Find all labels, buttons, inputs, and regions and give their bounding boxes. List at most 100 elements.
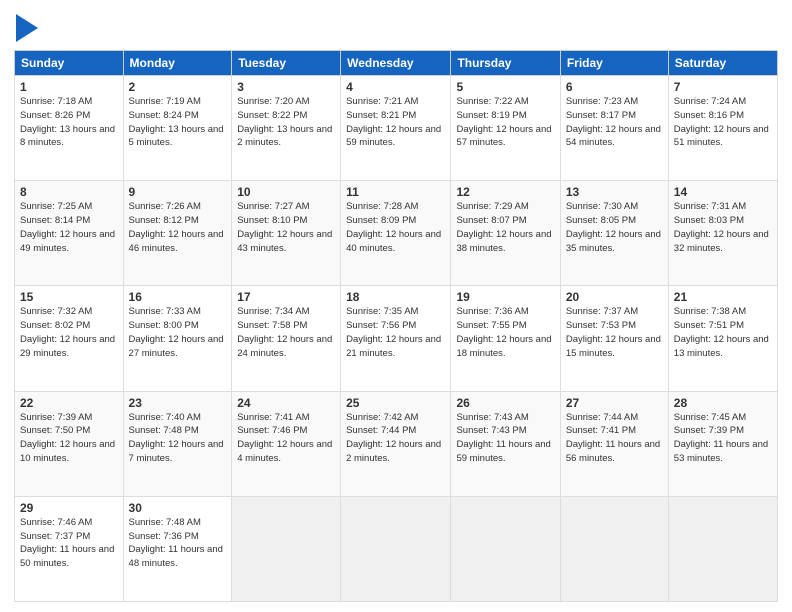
day-number: 16 (129, 290, 227, 304)
day-cell: 9 Sunrise: 7:26 AMSunset: 8:12 PMDaylight… (123, 181, 232, 286)
day-number: 22 (20, 396, 118, 410)
day-number: 14 (674, 185, 772, 199)
day-detail: Sunrise: 7:19 AMSunset: 8:24 PMDaylight:… (129, 96, 224, 148)
day-number: 23 (129, 396, 227, 410)
day-cell: 18 Sunrise: 7:35 AMSunset: 7:56 PMDayligh… (341, 286, 451, 391)
day-number: 4 (346, 80, 445, 94)
day-cell: 21 Sunrise: 7:38 AMSunset: 7:51 PMDayligh… (668, 286, 777, 391)
day-cell: 30 Sunrise: 7:48 AMSunset: 7:36 PMDayligh… (123, 496, 232, 601)
weekday-header-monday: Monday (123, 51, 232, 76)
day-number: 19 (456, 290, 554, 304)
day-cell: 28 Sunrise: 7:45 AMSunset: 7:39 PMDayligh… (668, 391, 777, 496)
day-number: 26 (456, 396, 554, 410)
day-cell: 11Sunrise: 7:28 AMSunset: 8:09 PMDayligh… (341, 181, 451, 286)
week-row-5: 29 Sunrise: 7:46 AMSunset: 7:37 PMDayligh… (15, 496, 778, 601)
day-cell: 25 Sunrise: 7:42 AMSunset: 7:44 PMDayligh… (341, 391, 451, 496)
day-detail: Sunrise: 7:22 AMSunset: 8:19 PMDaylight:… (456, 96, 551, 148)
day-cell: 16 Sunrise: 7:33 AMSunset: 8:00 PMDayligh… (123, 286, 232, 391)
day-detail: Sunrise: 7:44 AMSunset: 7:41 PMDaylight:… (566, 412, 660, 464)
day-detail: Sunrise: 7:24 AMSunset: 8:16 PMDaylight:… (674, 96, 769, 148)
day-number: 25 (346, 396, 445, 410)
week-row-1: 1 Sunrise: 7:18 AMSunset: 8:26 PMDaylight… (15, 76, 778, 181)
week-row-3: 15Sunrise: 7:32 AMSunset: 8:02 PMDayligh… (15, 286, 778, 391)
day-cell: 24Sunrise: 7:41 AMSunset: 7:46 PMDayligh… (232, 391, 341, 496)
day-number: 10 (237, 185, 335, 199)
day-number: 5 (456, 80, 554, 94)
day-detail: Sunrise: 7:40 AMSunset: 7:48 PMDaylight:… (129, 412, 224, 464)
weekday-header-tuesday: Tuesday (232, 51, 341, 76)
weekday-header-wednesday: Wednesday (341, 51, 451, 76)
day-cell: 3Sunrise: 7:20 AMSunset: 8:22 PMDaylight… (232, 76, 341, 181)
day-detail: Sunrise: 7:45 AMSunset: 7:39 PMDaylight:… (674, 412, 768, 464)
day-detail: Sunrise: 7:30 AMSunset: 8:05 PMDaylight:… (566, 201, 661, 253)
day-detail: Sunrise: 7:34 AMSunset: 7:58 PMDaylight:… (237, 306, 332, 358)
day-number: 7 (674, 80, 772, 94)
day-detail: Sunrise: 7:28 AMSunset: 8:09 PMDaylight:… (346, 201, 441, 253)
calendar-table: SundayMondayTuesdayWednesdayThursdayFrid… (14, 50, 778, 602)
day-number: 8 (20, 185, 118, 199)
day-cell (232, 496, 341, 601)
day-detail: Sunrise: 7:20 AMSunset: 8:22 PMDaylight:… (237, 96, 332, 148)
day-cell: 10 Sunrise: 7:27 AMSunset: 8:10 PMDayligh… (232, 181, 341, 286)
day-cell: 15Sunrise: 7:32 AMSunset: 8:02 PMDayligh… (15, 286, 124, 391)
day-cell: 4 Sunrise: 7:21 AMSunset: 8:21 PMDaylight… (341, 76, 451, 181)
week-row-2: 8 Sunrise: 7:25 AMSunset: 8:14 PMDaylight… (15, 181, 778, 286)
day-detail: Sunrise: 7:39 AMSunset: 7:50 PMDaylight:… (20, 412, 115, 464)
day-number: 18 (346, 290, 445, 304)
day-cell: 7 Sunrise: 7:24 AMSunset: 8:16 PMDaylight… (668, 76, 777, 181)
day-detail: Sunrise: 7:26 AMSunset: 8:12 PMDaylight:… (129, 201, 224, 253)
day-cell: 14 Sunrise: 7:31 AMSunset: 8:03 PMDayligh… (668, 181, 777, 286)
day-number: 29 (20, 501, 118, 515)
day-number: 28 (674, 396, 772, 410)
day-detail: Sunrise: 7:48 AMSunset: 7:36 PMDaylight:… (129, 517, 223, 569)
day-detail: Sunrise: 7:37 AMSunset: 7:53 PMDaylight:… (566, 306, 661, 358)
logo-icon (16, 14, 38, 42)
day-number: 13 (566, 185, 663, 199)
day-detail: Sunrise: 7:33 AMSunset: 8:00 PMDaylight:… (129, 306, 224, 358)
calendar-body: 1 Sunrise: 7:18 AMSunset: 8:26 PMDaylight… (15, 76, 778, 602)
day-detail: Sunrise: 7:36 AMSunset: 7:55 PMDaylight:… (456, 306, 551, 358)
day-number: 20 (566, 290, 663, 304)
day-number: 6 (566, 80, 663, 94)
day-number: 9 (129, 185, 227, 199)
weekday-header-row: SundayMondayTuesdayWednesdayThursdayFrid… (15, 51, 778, 76)
day-detail: Sunrise: 7:23 AMSunset: 8:17 PMDaylight:… (566, 96, 661, 148)
day-cell: 23 Sunrise: 7:40 AMSunset: 7:48 PMDayligh… (123, 391, 232, 496)
day-number: 15 (20, 290, 118, 304)
day-cell: 5 Sunrise: 7:22 AMSunset: 8:19 PMDaylight… (451, 76, 560, 181)
day-detail: Sunrise: 7:29 AMSunset: 8:07 PMDaylight:… (456, 201, 551, 253)
day-detail: Sunrise: 7:25 AMSunset: 8:14 PMDaylight:… (20, 201, 115, 253)
day-cell: 22 Sunrise: 7:39 AMSunset: 7:50 PMDayligh… (15, 391, 124, 496)
weekday-header-sunday: Sunday (15, 51, 124, 76)
logo (14, 14, 38, 42)
day-detail: Sunrise: 7:42 AMSunset: 7:44 PMDaylight:… (346, 412, 441, 464)
day-cell: 2 Sunrise: 7:19 AMSunset: 8:24 PMDaylight… (123, 76, 232, 181)
day-detail: Sunrise: 7:46 AMSunset: 7:37 PMDaylight:… (20, 517, 114, 569)
day-number: 17 (237, 290, 335, 304)
day-cell: 13 Sunrise: 7:30 AMSunset: 8:05 PMDayligh… (560, 181, 668, 286)
day-detail: Sunrise: 7:41 AMSunset: 7:46 PMDaylight:… (237, 412, 332, 464)
day-detail: Sunrise: 7:27 AMSunset: 8:10 PMDaylight:… (237, 201, 332, 253)
day-detail: Sunrise: 7:38 AMSunset: 7:51 PMDaylight:… (674, 306, 769, 358)
day-detail: Sunrise: 7:31 AMSunset: 8:03 PMDaylight:… (674, 201, 769, 253)
day-detail: Sunrise: 7:21 AMSunset: 8:21 PMDaylight:… (346, 96, 441, 148)
header (14, 10, 778, 42)
day-cell: 17 Sunrise: 7:34 AMSunset: 7:58 PMDayligh… (232, 286, 341, 391)
weekday-header-saturday: Saturday (668, 51, 777, 76)
day-detail: Sunrise: 7:18 AMSunset: 8:26 PMDaylight:… (20, 96, 115, 148)
day-cell (341, 496, 451, 601)
day-number: 2 (129, 80, 227, 94)
day-cell: 8 Sunrise: 7:25 AMSunset: 8:14 PMDaylight… (15, 181, 124, 286)
day-cell: 1 Sunrise: 7:18 AMSunset: 8:26 PMDaylight… (15, 76, 124, 181)
day-detail: Sunrise: 7:35 AMSunset: 7:56 PMDaylight:… (346, 306, 441, 358)
day-number: 30 (129, 501, 227, 515)
day-cell (451, 496, 560, 601)
day-cell: 20 Sunrise: 7:37 AMSunset: 7:53 PMDayligh… (560, 286, 668, 391)
day-cell: 6 Sunrise: 7:23 AMSunset: 8:17 PMDaylight… (560, 76, 668, 181)
day-cell (668, 496, 777, 601)
day-detail: Sunrise: 7:43 AMSunset: 7:43 PMDaylight:… (456, 412, 550, 464)
day-cell: 27Sunrise: 7:44 AMSunset: 7:41 PMDayligh… (560, 391, 668, 496)
day-number: 1 (20, 80, 118, 94)
week-row-4: 22 Sunrise: 7:39 AMSunset: 7:50 PMDayligh… (15, 391, 778, 496)
day-number: 21 (674, 290, 772, 304)
